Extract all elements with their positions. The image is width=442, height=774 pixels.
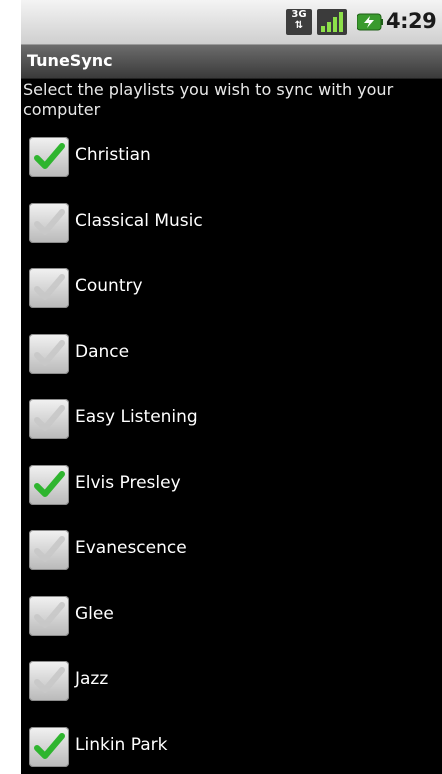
playlist-item[interactable]: Glee [21,583,442,649]
playlist-item[interactable]: Dance [21,321,442,387]
playlist-item[interactable]: Easy Listening [21,386,442,452]
status-bar: 3G ⇅ 4:29 PM [21,0,442,45]
playlist-checkbox[interactable] [29,333,69,374]
playlist-label: Dance [75,341,130,362]
data-activity-glyph: ⇅ [294,20,304,31]
playlist-label: Jazz [75,669,109,689]
playlist-checkbox[interactable] [29,464,69,505]
playlist-checkbox[interactable] [29,661,69,701]
playlist-label: Glee [75,603,114,624]
playlist-item[interactable]: Evanescence [21,517,442,583]
phone-screen: 3G ⇅ 4:29 PM TuneSync Select the playlis… [21,0,442,774]
playlist-label: Christian [75,145,151,165]
signal-bars-icon [317,9,347,35]
playlist-checkbox[interactable] [29,726,69,767]
checkmark-unchecked-icon [34,339,65,366]
playlist-checkbox[interactable] [29,202,69,243]
playlist-checkbox[interactable] [29,595,69,636]
playlist-checkbox[interactable] [29,530,69,570]
network-type-label: 3G [291,9,307,20]
battery-charging-icon [357,13,383,31]
3g-network-icon: 3G ⇅ [286,9,312,35]
playlist-checkbox[interactable] [29,399,69,439]
playlist-item[interactable]: Linkin Park [21,714,442,774]
playlist-label: Linkin Park [75,734,168,755]
playlist-item[interactable]: Country [21,255,442,321]
playlist-list: Christian Classical Music Country Dance Easy… [21,124,442,774]
app-title-bar: TuneSync [21,45,442,79]
playlist-label: Classical Music [75,210,203,231]
playlist-label: Elvis Presley [75,472,181,493]
checkmark-unchecked-icon [34,405,65,431]
playlist-checkbox[interactable] [29,268,69,308]
playlist-item[interactable]: Classical Music [21,190,442,256]
checkmark-unchecked-icon [34,536,65,562]
instruction-text: Select the playlists you wish to sync wi… [23,80,394,119]
playlist-item[interactable]: Christian [21,124,442,190]
checkmark-checked-icon [34,143,65,169]
playlist-item[interactable]: Elvis Presley [21,452,442,518]
playlist-label: Country [75,276,143,296]
clock-time: 4:29 [386,9,437,33]
checkmark-checked-icon [34,732,65,759]
checkmark-unchecked-icon [34,208,65,235]
playlist-checkbox[interactable] [29,137,69,177]
checkmark-checked-icon [34,470,65,497]
playlist-label: Easy Listening [75,407,198,427]
status-clock: 4:29 PM [386,9,442,33]
app-title: TuneSync [27,51,113,70]
playlist-label: Evanescence [75,538,187,558]
checkmark-unchecked-icon [34,601,65,628]
playlist-item[interactable]: Jazz [21,648,442,714]
checkmark-unchecked-icon [34,667,65,693]
checkmark-unchecked-icon [34,274,65,300]
